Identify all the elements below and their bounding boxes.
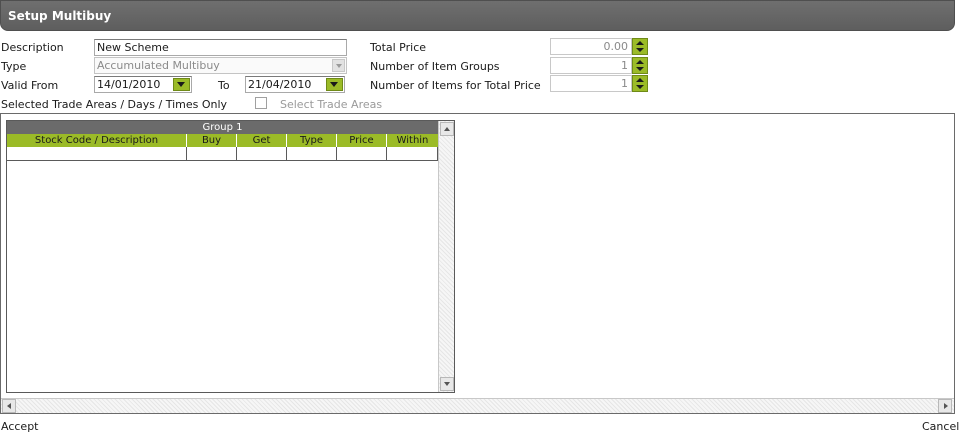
item-groups-spinner-icon[interactable] xyxy=(632,57,648,74)
table-cell-get[interactable] xyxy=(237,147,287,161)
table-cell-price[interactable] xyxy=(337,147,387,161)
chevron-down-icon[interactable] xyxy=(332,59,345,72)
number-of-item-groups-label: Number of Item Groups xyxy=(370,60,500,73)
total-price-spinner-icon[interactable] xyxy=(632,38,648,55)
selected-trade-areas-only-checkbox[interactable] xyxy=(255,97,267,109)
valid-from-value: 14/01/2010 xyxy=(97,78,161,91)
type-select[interactable]: Accumulated Multibuy xyxy=(94,57,347,74)
valid-from-date-input[interactable]: 14/01/2010 xyxy=(94,76,192,93)
column-header-stock-code[interactable]: Stock Code / Description xyxy=(7,134,187,147)
total-price-input[interactable]: 0.00 xyxy=(550,38,632,55)
to-value: 21/04/2010 xyxy=(248,78,312,91)
scroll-up-icon[interactable] xyxy=(440,122,454,136)
panel-horizontal-scrollbar[interactable] xyxy=(1,398,954,413)
type-select-value: Accumulated Multibuy xyxy=(97,59,220,72)
description-input[interactable]: New Scheme xyxy=(94,39,347,56)
description-label: Description xyxy=(1,41,64,54)
column-header-price[interactable]: Price xyxy=(337,134,387,147)
group-grid: Group 1 Stock Code / Description Buy Get… xyxy=(6,120,455,393)
title-bar: Setup Multibuy xyxy=(0,0,955,31)
column-header-buy[interactable]: Buy xyxy=(187,134,237,147)
type-label: Type xyxy=(1,60,27,73)
select-trade-areas-link[interactable]: Select Trade Areas xyxy=(280,98,382,111)
group-header: Group 1 xyxy=(7,121,438,134)
table-cell-stock-code[interactable] xyxy=(7,147,187,161)
selected-trade-areas-only-label: Selected Trade Areas / Days / Times Only xyxy=(1,98,228,111)
scroll-right-icon[interactable] xyxy=(938,399,952,413)
cancel-button[interactable]: Cancel xyxy=(922,420,959,432)
table-cell-buy[interactable] xyxy=(187,147,237,161)
to-date-input[interactable]: 21/04/2010 xyxy=(245,76,345,93)
scroll-left-icon[interactable] xyxy=(2,399,16,413)
to-label: To xyxy=(218,79,230,92)
column-header-within[interactable]: Within xyxy=(387,134,438,147)
column-header-type[interactable]: Type xyxy=(287,134,337,147)
grid-vertical-scrollbar[interactable] xyxy=(438,121,454,392)
number-of-items-for-total-price-label: Number of Items for Total Price xyxy=(370,79,541,92)
scroll-down-icon[interactable] xyxy=(440,377,454,391)
valid-from-label: Valid From xyxy=(1,79,59,92)
window-title: Setup Multibuy xyxy=(8,9,112,23)
total-price-label: Total Price xyxy=(370,41,427,54)
accept-button[interactable]: Accept xyxy=(1,420,39,432)
chevron-down-icon[interactable] xyxy=(173,78,190,91)
column-header-get[interactable]: Get xyxy=(237,134,287,147)
chevron-down-icon[interactable] xyxy=(326,78,343,91)
items-total-price-spinner-icon[interactable] xyxy=(632,75,648,92)
number-of-item-groups-input[interactable]: 1 xyxy=(550,57,632,74)
table-cell-within[interactable] xyxy=(387,147,438,161)
table-cell-type[interactable] xyxy=(287,147,337,161)
number-of-items-for-total-price-input[interactable]: 1 xyxy=(550,75,632,92)
